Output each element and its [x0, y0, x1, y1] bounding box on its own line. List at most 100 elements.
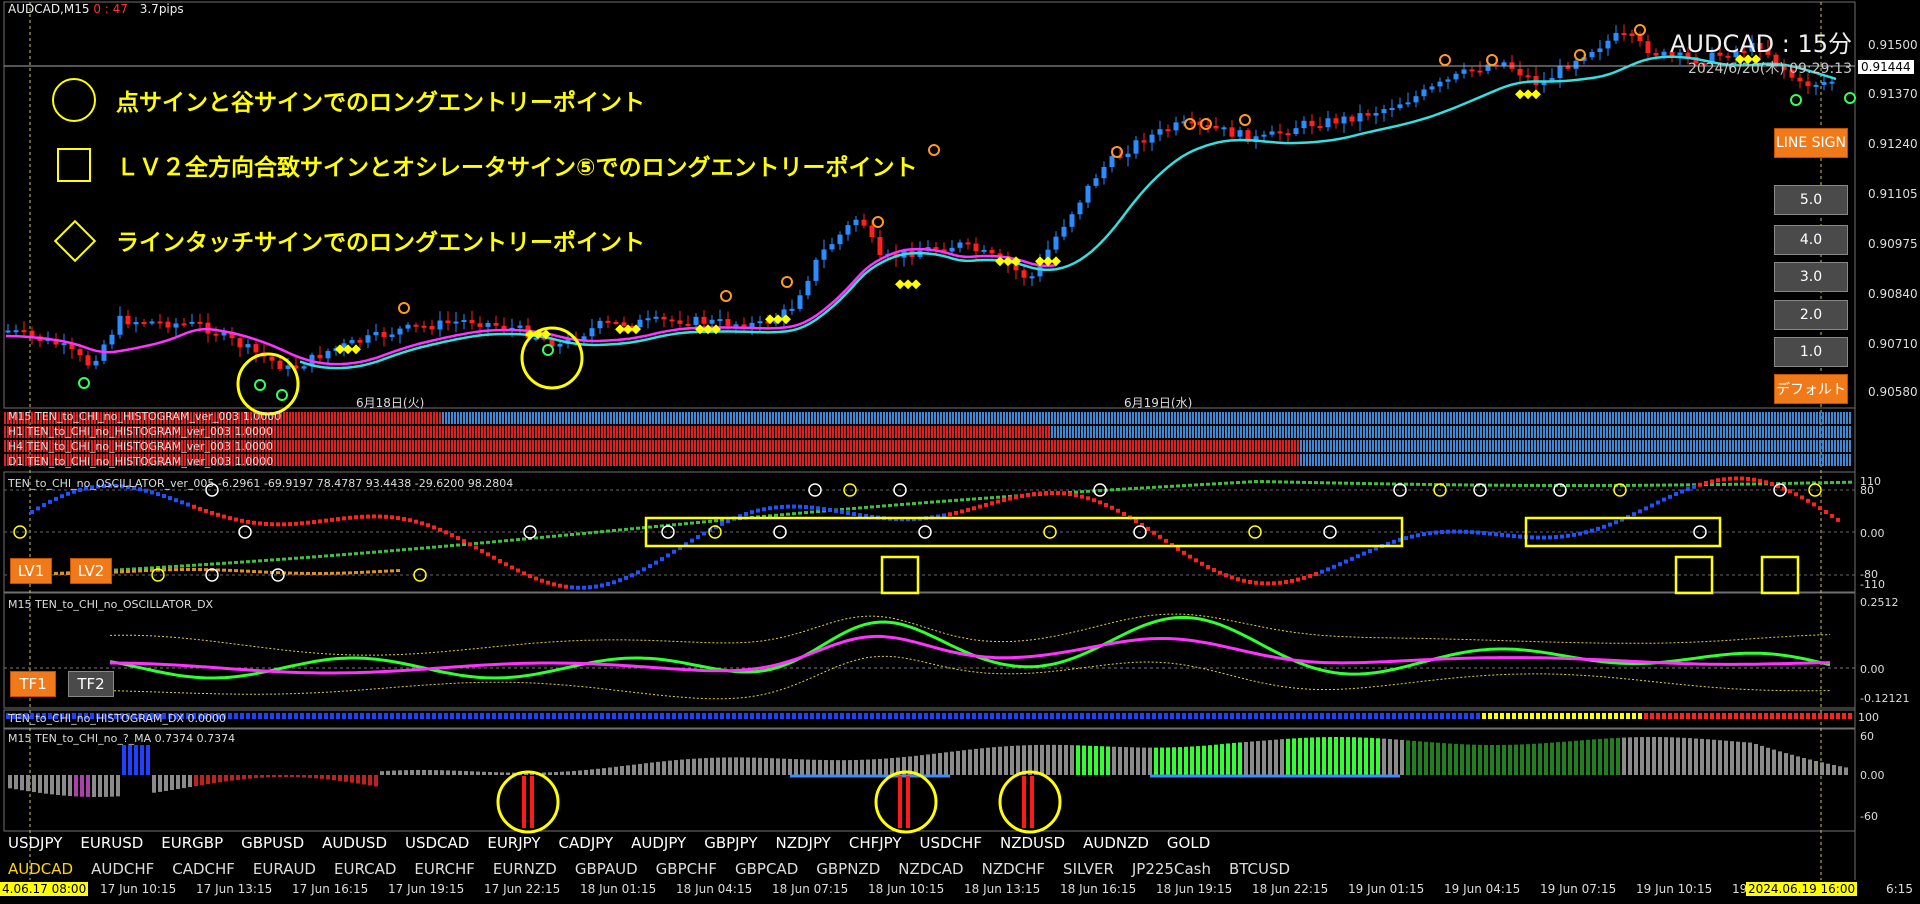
- histogram-bar: [1459, 440, 1461, 452]
- symbol-link[interactable]: NZDUSD: [1000, 834, 1065, 852]
- symbol-link[interactable]: SILVER: [1063, 860, 1114, 878]
- histogram-bar: [946, 454, 948, 466]
- osc-green-dot: [900, 502, 904, 506]
- histogram-bar: [826, 454, 828, 466]
- symbol-link[interactable]: USDJPY: [8, 834, 62, 852]
- ma-bar: [920, 755, 924, 775]
- osc-main-dot: [1032, 492, 1036, 497]
- histogram-bar: [1456, 454, 1458, 466]
- osc-main-dot: [156, 492, 160, 497]
- candle-body: [325, 350, 331, 359]
- tf1-button[interactable]: TF1: [10, 671, 56, 697]
- symbol-link[interactable]: EURGBP: [161, 834, 223, 852]
- histogram-bar: [487, 412, 489, 424]
- histogram-bar: [1129, 412, 1131, 424]
- histogram-bar: [1543, 454, 1545, 466]
- ma-bar: [1670, 737, 1674, 775]
- symbol-link[interactable]: GBPCHF: [656, 860, 717, 878]
- ma-bar: [1700, 738, 1704, 775]
- histogram-bar: [1390, 426, 1392, 438]
- histogram-bar: [868, 426, 870, 438]
- dx-hist-cell: [1164, 713, 1168, 719]
- histogram-bar: [1273, 454, 1275, 466]
- level-1-button[interactable]: 1.0: [1774, 337, 1848, 367]
- osc-main-dot: [1320, 569, 1324, 574]
- osc-green-dot: [696, 521, 700, 525]
- symbol-link[interactable]: GBPUSD: [241, 834, 304, 852]
- line-sign-button[interactable]: LINE SIGN: [1774, 128, 1848, 158]
- ma-bar: [950, 751, 954, 775]
- symbol-link[interactable]: CADCHF: [172, 860, 235, 878]
- symbol-link[interactable]: GBPJPY: [704, 834, 757, 852]
- level-2-button[interactable]: 2.0: [1774, 300, 1848, 330]
- symbol-link[interactable]: AUDCAD: [8, 860, 73, 878]
- histogram-bar: [1714, 454, 1716, 466]
- symbol-link[interactable]: EURJPY: [487, 834, 540, 852]
- osc-main-dot: [1350, 556, 1354, 561]
- symbol-link[interactable]: EURAUD: [253, 860, 316, 878]
- symbol-link[interactable]: JP225Cash: [1132, 860, 1211, 878]
- symbol-link[interactable]: USDCHF: [920, 834, 982, 852]
- histogram-bar: [667, 440, 669, 452]
- symbol-link[interactable]: NZDCAD: [898, 860, 963, 878]
- ma-bar: [1532, 743, 1536, 775]
- symbol-link[interactable]: NZDCHF: [982, 860, 1045, 878]
- symbol-link[interactable]: AUDJPY: [631, 834, 686, 852]
- histogram-bar: [490, 412, 492, 424]
- histogram-bar: [1456, 440, 1458, 452]
- level-3-button[interactable]: 3.0: [1774, 262, 1848, 292]
- dx-hist-cell: [1590, 713, 1594, 719]
- level-4-button[interactable]: 4.0: [1774, 225, 1848, 255]
- histogram-bar: [1222, 440, 1224, 452]
- histogram-bar: [1186, 426, 1188, 438]
- histogram-bar: [1099, 412, 1101, 424]
- symbol-link[interactable]: GBPCAD: [735, 860, 798, 878]
- histogram-bar: [940, 412, 942, 424]
- symbol-link[interactable]: AUDUSD: [322, 834, 387, 852]
- symbol-link[interactable]: EURNZD: [493, 860, 557, 878]
- histogram-bar: [889, 426, 891, 438]
- level-5-button[interactable]: 5.0: [1774, 185, 1848, 215]
- symbol-link[interactable]: AUDCHF: [91, 860, 154, 878]
- lv1-button[interactable]: LV1: [10, 558, 52, 584]
- histogram-bar: [1498, 412, 1500, 424]
- histogram-bar: [523, 454, 525, 466]
- lv2-button[interactable]: LV2: [70, 558, 112, 584]
- symbol-link[interactable]: EURCAD: [334, 860, 396, 878]
- symbol-link[interactable]: EURUSD: [80, 834, 143, 852]
- ma-bar: [476, 771, 480, 775]
- histogram-bar: [382, 412, 384, 424]
- osc-main-dot: [282, 522, 286, 527]
- histogram-bar: [877, 426, 879, 438]
- symbol-link[interactable]: GOLD: [1167, 834, 1210, 852]
- symbol-link[interactable]: CADJPY: [559, 834, 614, 852]
- histogram-bar: [415, 412, 417, 424]
- histogram-bar: [1333, 426, 1335, 438]
- osc-green-dot: [1302, 480, 1306, 484]
- symbol-link[interactable]: AUDNZD: [1083, 834, 1149, 852]
- candle-body: [1269, 131, 1275, 135]
- histogram-bar: [1837, 454, 1839, 466]
- symbol-link[interactable]: USDCAD: [405, 834, 469, 852]
- symbol-link[interactable]: CHFJPY: [849, 834, 902, 852]
- histogram-bar: [1156, 440, 1158, 452]
- histogram-bar: [1426, 440, 1428, 452]
- tf2-button[interactable]: TF2: [68, 671, 114, 697]
- symbol-link[interactable]: NZDJPY: [775, 834, 830, 852]
- histogram-bar: [904, 440, 906, 452]
- osc-main-dot: [492, 555, 496, 560]
- histogram-bar: [1789, 440, 1791, 452]
- symbol-link[interactable]: GBPNZD: [816, 860, 880, 878]
- histogram-bar: [1627, 426, 1629, 438]
- symbol-link[interactable]: BTCUSD: [1229, 860, 1290, 878]
- symbol-link[interactable]: EURCHF: [414, 860, 475, 878]
- osc-main-dot: [30, 510, 34, 515]
- histogram-bar: [292, 440, 294, 452]
- histogram-bar: [937, 454, 939, 466]
- symbol-link[interactable]: GBPAUD: [575, 860, 638, 878]
- dx-hist-label: TEN_to_CHI_no_HISTOGRAM_DX 0.0000: [8, 712, 226, 725]
- histogram-bar: [997, 412, 999, 424]
- histogram-bar: [511, 440, 513, 452]
- histogram-bar: [538, 412, 540, 424]
- default-button[interactable]: デフォルト: [1774, 374, 1848, 404]
